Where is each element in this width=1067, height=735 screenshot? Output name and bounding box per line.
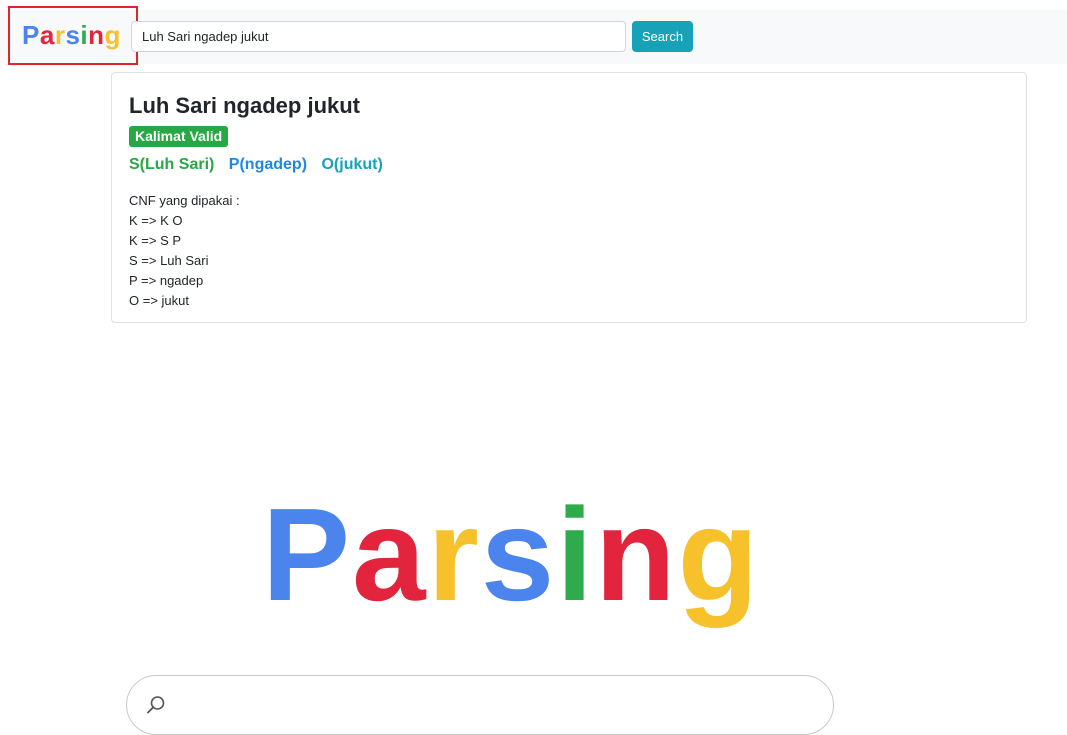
main-search-input[interactable]	[126, 675, 834, 735]
brand-letter: g	[104, 20, 121, 50]
logo-letter: a	[352, 481, 428, 628]
sentence-search-input[interactable]	[131, 21, 626, 52]
result-card: Luh Sari ngadep jukut Kalimat Valid S(Lu…	[111, 72, 1027, 323]
result-title: Luh Sari ngadep jukut	[129, 93, 361, 118]
cnf-rule: K => K O	[129, 213, 183, 228]
cnf-rule: K => S P	[129, 233, 182, 248]
brand-letter: P	[22, 20, 40, 50]
brand-letter: i	[80, 20, 89, 50]
search-icon	[147, 696, 165, 714]
logo-letter: n	[594, 481, 678, 628]
cnf-rule: S => Luh Sari	[129, 253, 209, 268]
cnf-rules: CNF yang dipakai : K => K O K => S P S =…	[129, 191, 240, 311]
logo-letter: r	[427, 481, 481, 628]
search-button[interactable]: Search	[632, 21, 693, 52]
subject-parse: S(Luh Sari)	[129, 156, 215, 173]
logo-letter: P	[262, 481, 353, 628]
valid-badge: Kalimat Valid	[129, 126, 229, 147]
cnf-rule: P => ngadep	[129, 273, 204, 288]
cnf-rule: O => jukut	[129, 293, 189, 308]
logo-letter: g	[677, 481, 761, 628]
brand-letter: n	[88, 20, 105, 50]
cnf-header: CNF yang dipakai :	[129, 193, 240, 208]
logo-letter: i	[556, 481, 595, 628]
object-parse: O(jukut)	[321, 156, 383, 173]
brand-logo[interactable]: Parsing	[22, 18, 121, 52]
brand-letter: r	[54, 20, 66, 50]
main-logo: Parsing	[262, 480, 760, 630]
parse-result: S(Luh Sari) P(ngadep) O(jukut)	[129, 156, 393, 174]
predicate-parse: P(ngadep)	[228, 156, 308, 173]
brand-letter: s	[65, 20, 81, 50]
brand-letter: a	[39, 20, 55, 50]
logo-letter: s	[480, 481, 557, 628]
